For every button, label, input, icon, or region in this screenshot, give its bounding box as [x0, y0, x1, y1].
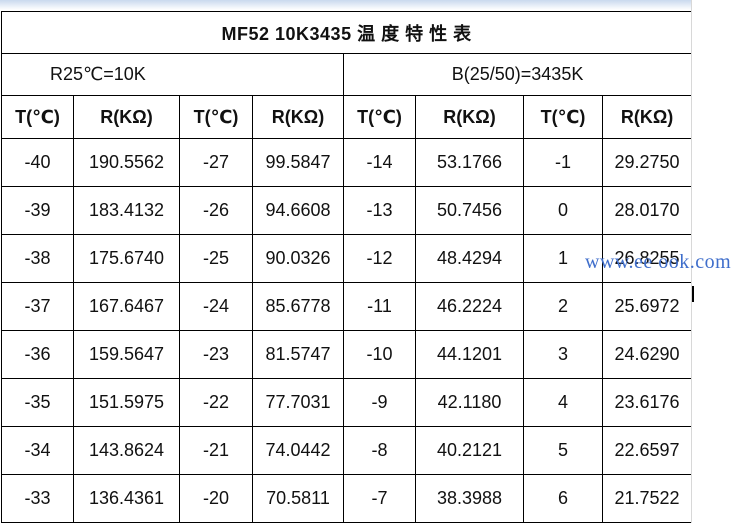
temperature-cell: -33: [1, 474, 74, 523]
resistance-cell: 175.6740: [73, 234, 180, 283]
temperature-cell: -1: [523, 138, 603, 187]
temperature-cell: -24: [179, 282, 253, 331]
resistance-cell: 183.4132: [73, 186, 180, 235]
temperature-cell: -37: [1, 282, 74, 331]
resistance-cell: 85.6778: [252, 282, 344, 331]
column-header-temperature: T(℃): [523, 95, 603, 139]
temperature-cell: -36: [1, 330, 74, 379]
resistance-cell: 143.8624: [73, 426, 180, 475]
table-title: MF52 10K3435 温 度 特 性 表: [0, 11, 693, 54]
temperature-cell: 4: [523, 378, 603, 427]
temperature-cell: 2: [523, 282, 603, 331]
text-cursor: [692, 286, 694, 302]
r25-parameter: R25℃=10K: [1, 53, 344, 96]
temperature-cell: -8: [343, 426, 416, 475]
temperature-cell: -26: [179, 186, 253, 235]
table-row: -33 136.4361 -20 70.5811 -7 38.3988 6 21…: [1, 474, 693, 523]
resistance-cell: 81.5747: [252, 330, 344, 379]
temperature-cell: -9: [343, 378, 416, 427]
resistance-cell: 99.5847: [252, 138, 344, 187]
resistance-cell: 77.7031: [252, 378, 344, 427]
column-header-temperature: T(℃): [1, 95, 74, 139]
b-value-parameter: B(25/50)=3435K: [342, 53, 693, 96]
resistance-cell: 90.0326: [252, 234, 344, 283]
resistance-cell: 48.4294: [415, 234, 524, 283]
window-top-band: [0, 0, 743, 10]
temperature-cell: -23: [179, 330, 253, 379]
column-header-temperature: T(℃): [179, 95, 253, 139]
resistance-cell: 24.6290: [601, 330, 693, 379]
resistance-cell: 190.5562: [73, 138, 180, 187]
site-watermark: www.ee ook.com: [585, 251, 732, 273]
temperature-cell: 0: [523, 186, 603, 235]
table-row: -34 143.8624 -21 74.0442 -8 40.2121 5 22…: [1, 426, 693, 475]
resistance-cell: 70.5811: [252, 474, 344, 523]
title-row: MF52 10K3435 温 度 特 性 表: [0, 11, 693, 54]
temperature-cell: 3: [523, 330, 603, 379]
temperature-cell: 6: [523, 474, 603, 523]
temperature-cell: -11: [343, 282, 416, 331]
resistance-cell: 136.4361: [73, 474, 180, 523]
resistance-cell: 151.5975: [73, 378, 180, 427]
resistance-cell: 42.1180: [415, 378, 524, 427]
resistance-cell: 46.2224: [415, 282, 524, 331]
resistance-cell: 74.0442: [252, 426, 344, 475]
temperature-cell: -14: [343, 138, 416, 187]
temperature-cell: -34: [1, 426, 74, 475]
temperature-cell: -20: [179, 474, 253, 523]
temperature-cell: -10: [343, 330, 416, 379]
column-header-resistance: R(KΩ): [601, 95, 693, 139]
table-row: -37 167.6467 -24 85.6778 -11 46.2224 2 2…: [1, 282, 693, 331]
table-row: -36 159.5647 -23 81.5747 -10 44.1201 3 2…: [1, 330, 693, 379]
column-header-resistance: R(KΩ): [415, 95, 524, 139]
temperature-cell: -39: [1, 186, 74, 235]
resistance-cell: 167.6467: [73, 282, 180, 331]
temperature-cell: -21: [179, 426, 253, 475]
resistance-cell: 94.6608: [252, 186, 344, 235]
temperature-cell: -25: [179, 234, 253, 283]
resistance-cell: 40.2121: [415, 426, 524, 475]
temperature-cell: -35: [1, 378, 74, 427]
resistance-cell: 21.7522: [601, 474, 693, 523]
temperature-cell: -38: [1, 234, 74, 283]
column-header-resistance: R(KΩ): [252, 95, 344, 139]
parameter-row: R25℃=10K B(25/50)=3435K: [1, 53, 693, 96]
resistance-cell: 28.0170: [601, 186, 693, 235]
table-row: -35 151.5975 -22 77.7031 -9 42.1180 4 23…: [1, 378, 693, 427]
resistance-cell: 29.2750: [601, 138, 693, 187]
resistance-cell: 38.3988: [415, 474, 524, 523]
column-header-resistance: R(KΩ): [73, 95, 180, 139]
temperature-cell: -27: [179, 138, 253, 187]
resistance-cell: 159.5647: [73, 330, 180, 379]
column-header-row: T(℃) R(KΩ) T(℃) R(KΩ) T(℃) R(KΩ) T(℃) R(…: [1, 95, 693, 139]
column-header-temperature: T(℃): [343, 95, 416, 139]
temperature-cell: -22: [179, 378, 253, 427]
temperature-cell: -13: [343, 186, 416, 235]
temperature-cell: 5: [523, 426, 603, 475]
resistance-cell: 50.7456: [415, 186, 524, 235]
resistance-cell: 53.1766: [415, 138, 524, 187]
temperature-cell: -12: [343, 234, 416, 283]
resistance-cell: 25.6972: [601, 282, 693, 331]
resistance-cell: 44.1201: [415, 330, 524, 379]
table-row: -40 190.5562 -27 99.5847 -14 53.1766 -1 …: [1, 138, 693, 187]
resistance-cell: 22.6597: [601, 426, 693, 475]
temperature-cell: -40: [1, 138, 74, 187]
table-row: -39 183.4132 -26 94.6608 -13 50.7456 0 2…: [1, 186, 693, 235]
resistance-cell: 23.6176: [601, 378, 693, 427]
temperature-cell: -7: [343, 474, 416, 523]
